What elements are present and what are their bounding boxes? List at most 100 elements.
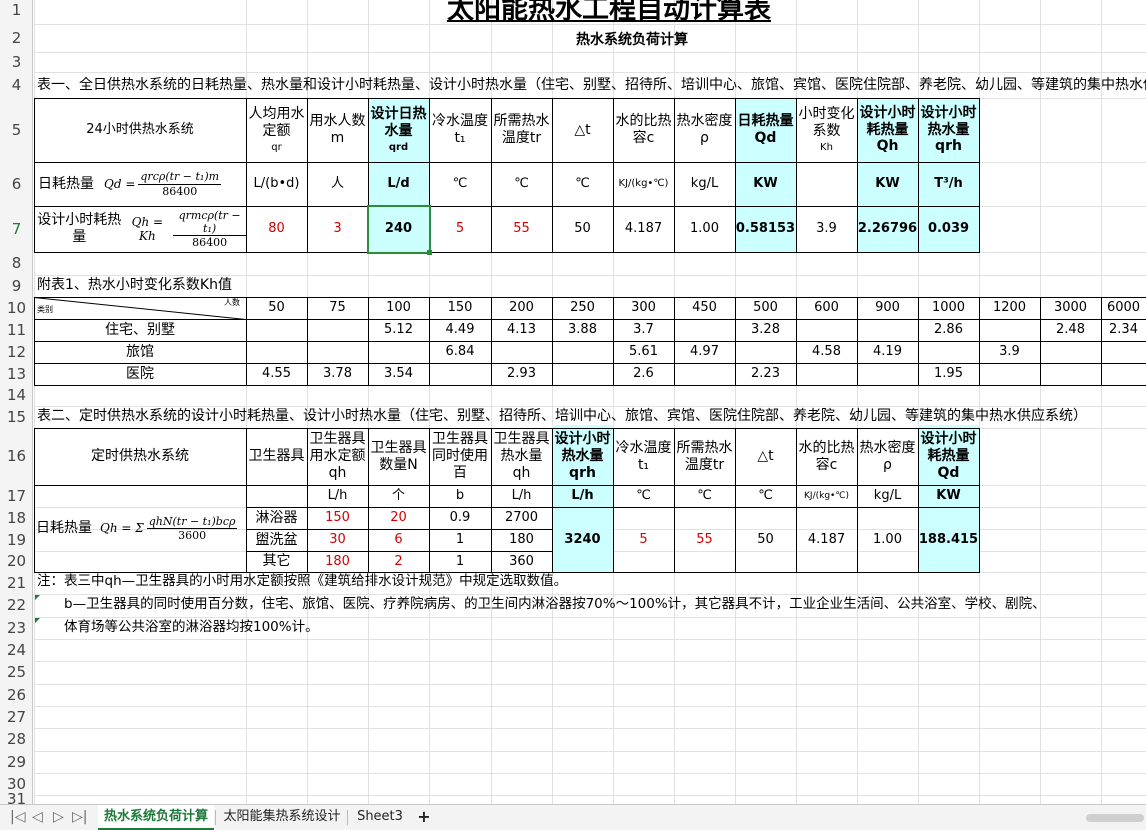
t2-header: 冷水温度t₁ — [615, 439, 672, 473]
row-number[interactable]: 17 — [0, 485, 33, 507]
row-number[interactable]: 5 — [0, 98, 33, 162]
tab-sheet3[interactable]: Sheet3 — [350, 805, 410, 830]
t2-header: △t — [757, 448, 774, 465]
t1-header-sub: Kh — [820, 141, 833, 153]
row-number[interactable]: 22 — [0, 594, 33, 617]
row-number[interactable]: 2 — [0, 24, 33, 52]
t2-header: 卫生器具数量N — [370, 439, 427, 473]
t1-system-label: 24小时供热水系统 — [86, 122, 194, 138]
t2-unit: L/h — [511, 488, 532, 504]
row-number[interactable]: 27 — [0, 706, 33, 728]
row-number[interactable]: 18 — [0, 507, 33, 529]
t2-unit-blank-cell — [246, 485, 308, 508]
t2-header: 热水密度ρ — [859, 439, 916, 473]
appendix-column-header: 6000 — [1106, 300, 1141, 316]
appendix-value — [1101, 363, 1146, 385]
t1-header: 设计日热水量 qrd — [368, 98, 429, 162]
t1-unit: L/d — [387, 176, 410, 192]
t2-fixture-hot: 360 — [509, 553, 534, 569]
row-number[interactable]: 1 — [0, 0, 33, 24]
t2-unit: L/h — [571, 488, 594, 504]
row-number[interactable]: 24 — [0, 639, 33, 661]
t2-fixture-hot: 2700 — [504, 510, 539, 526]
t1-header: 人均用水定额 qr — [246, 98, 307, 162]
sheet-tab-bar: |◁ ◁ ▷ ▷| 热水系统负荷计算 太阳能集热系统设计 Sheet3 + — [0, 804, 1146, 830]
row-number[interactable]: 19 — [0, 529, 33, 551]
table1-caption: 表一、全日供热水系统的日耗热量、热水量和设计小时耗热量、设计小时热水量（住宅、别… — [37, 77, 1146, 93]
horizontal-scrollbar[interactable] — [1086, 814, 1144, 822]
row-number[interactable]: 25 — [0, 661, 33, 684]
appendix-value — [918, 341, 979, 363]
appendix-value — [1040, 341, 1101, 363]
appendix-value: 4.19 — [873, 344, 902, 360]
appendix-value: 2.34 — [1109, 322, 1138, 338]
prev-sheet-icon[interactable]: ◁ — [32, 809, 43, 825]
row-number[interactable]: 11 — [0, 319, 33, 341]
row-number[interactable]: 8 — [0, 252, 33, 275]
appendix-column-header: 200 — [509, 300, 534, 316]
row-number[interactable]: 6 — [0, 162, 33, 206]
selected-cell-cursor[interactable] — [367, 205, 431, 254]
t1-header: △t — [552, 98, 613, 162]
t2-header: 卫生器具 — [248, 448, 305, 465]
appendix-corner-left: 类别 — [37, 305, 53, 314]
appendix-value — [246, 319, 307, 341]
appendix-value — [246, 341, 307, 363]
appendix-value: 2.48 — [1056, 322, 1085, 338]
last-sheet-icon[interactable]: ▷| — [72, 809, 87, 825]
next-sheet-icon[interactable]: ▷ — [53, 809, 64, 825]
row-number[interactable]: 23 — [0, 617, 33, 639]
row-number[interactable]: 14 — [0, 385, 33, 406]
t1-header: 所需热水温度tr — [491, 98, 552, 162]
row-number[interactable]: 3 — [0, 52, 33, 72]
tab-heat-load-calc[interactable]: 热水系统负荷计算 — [98, 805, 214, 830]
row-number[interactable]: 10 — [0, 297, 33, 319]
appendix-column-header: 50 — [268, 300, 285, 316]
t2-header: 设计小时热水量 qrh — [554, 431, 611, 481]
fill-handle[interactable] — [427, 250, 432, 255]
hourly-heat-formula-denominator: 86400 — [192, 236, 228, 250]
t2-unit: ℃ — [697, 488, 712, 504]
row-number[interactable]: 12 — [0, 341, 33, 363]
t2-fixture-name: 淋浴器 — [255, 509, 298, 526]
row-number[interactable]: 21 — [0, 572, 33, 594]
add-sheet-button[interactable]: + — [414, 805, 434, 830]
t1-header: 设计小时热水量 qrh — [918, 98, 979, 162]
appendix-value: 5.61 — [629, 344, 658, 360]
row-number[interactable]: 7 — [0, 206, 33, 252]
row-number[interactable]: 13 — [0, 363, 33, 385]
t1-header-text: 冷水温度t₁ — [432, 113, 488, 146]
t1-daily-label: 日耗热量 — [38, 175, 94, 192]
appendix-value: 1.95 — [934, 366, 963, 382]
appendix-value: 5.12 — [384, 322, 413, 338]
t1-header-text: 日耗热量Qd — [737, 113, 794, 146]
note-line-2: b—卫生器具的同时使用百分数，住宅、旅馆、医院、疗养院病房、的卫生间内淋浴器按7… — [64, 596, 1046, 612]
row-number[interactable]: 15 — [0, 406, 33, 428]
appendix-value: 3.88 — [568, 322, 597, 338]
hourly-heat-formula-fraction: qrmcρ(tr − t₁) 86400 — [173, 209, 246, 250]
appendix-value — [796, 319, 857, 341]
appendix-value — [735, 341, 796, 363]
appendix-column-header: 100 — [386, 300, 411, 316]
t2-unit: b — [455, 488, 465, 504]
row-number[interactable]: 4 — [0, 72, 33, 98]
t1-value: 3 — [333, 221, 342, 237]
appendix-column-header: 1000 — [931, 300, 966, 316]
t1-unit: ℃ — [514, 176, 529, 192]
row-number[interactable]: 20 — [0, 551, 33, 572]
appendix-value — [552, 341, 613, 363]
first-sheet-icon[interactable]: |◁ — [10, 809, 25, 825]
row-number[interactable]: 26 — [0, 684, 33, 706]
tab-solar-collector-design[interactable]: 太阳能集热系统设计 — [218, 805, 346, 830]
appendix-corner-right: 人数 — [224, 298, 240, 307]
appendix-value: 2.86 — [934, 322, 963, 338]
row-number[interactable]: 28 — [0, 728, 33, 751]
appendix-column-header: 250 — [570, 300, 595, 316]
row-number[interactable]: 9 — [0, 275, 33, 297]
t1-header: 冷水温度t₁ — [429, 98, 491, 162]
appendix-value — [429, 363, 491, 385]
fixture-heat-formula-numerator: qhN(tr − t₁)bcρ — [146, 514, 238, 529]
row-number[interactable]: 29 — [0, 751, 33, 773]
row-number[interactable]: 31 — [0, 792, 33, 807]
row-number[interactable]: 16 — [0, 428, 33, 485]
